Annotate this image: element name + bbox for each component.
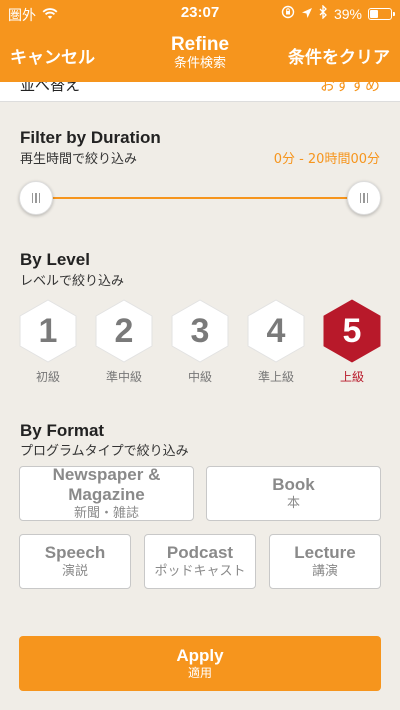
- level-number: 3: [190, 311, 210, 350]
- format-book-button[interactable]: Book 本: [206, 466, 381, 521]
- level-1-label: 初級: [35, 370, 60, 384]
- duration-range-value: 0分 - 20時間00分: [273, 152, 380, 167]
- duration-slider-min-handle[interactable]: [19, 181, 53, 215]
- format-section-title: By Format: [20, 421, 105, 440]
- format-label: Newspaper & Magazine: [52, 465, 161, 504]
- format-label: Speech: [44, 543, 106, 562]
- sort-row[interactable]: 並べ替え おすすめ: [0, 82, 400, 102]
- status-bar: 圏外 23:07 39%: [0, 0, 400, 26]
- grip-icon: [359, 193, 369, 203]
- format-sublabel: 新聞・雑誌: [73, 506, 139, 521]
- nav-bar: キャンセル Refine 条件検索 条件をクリア: [0, 26, 400, 82]
- level-section-subtitle: レベルで絞り込み: [20, 274, 125, 289]
- sort-value: おすすめ: [319, 82, 380, 94]
- level-3-label: 中級: [187, 370, 212, 384]
- apply-button[interactable]: Apply 適用: [19, 636, 381, 691]
- level-2-label: 準中級: [105, 370, 142, 384]
- battery-fill: [370, 9, 379, 18]
- battery-icon: [368, 7, 395, 20]
- format-label: Lecture: [294, 543, 356, 562]
- location-arrow-icon: [301, 6, 313, 22]
- duration-section-title: Filter by Duration: [20, 128, 161, 147]
- format-label: Podcast: [166, 543, 234, 562]
- format-sublabel: 本: [286, 496, 300, 511]
- clear-conditions-button[interactable]: 条件をクリア: [288, 43, 390, 68]
- format-label: Book: [272, 475, 315, 494]
- format-lecture-button[interactable]: Lecture 講演: [269, 534, 381, 589]
- sort-label: 並べ替え: [20, 82, 81, 94]
- format-podcast-button[interactable]: Podcast ポッドキャスト: [144, 534, 256, 589]
- format-sublabel: 講演: [311, 564, 338, 579]
- battery-percent: 39%: [333, 5, 362, 22]
- duration-section-subtitle: 再生時間で絞り込み: [20, 152, 138, 167]
- level-number: 4: [266, 311, 286, 350]
- level-3-button[interactable]: 3: [169, 298, 231, 364]
- format-sublabel: ポッドキャスト: [154, 564, 246, 579]
- level-5-button[interactable]: 5: [321, 298, 383, 364]
- level-section-title: By Level: [20, 250, 90, 269]
- level-4-label: 準上級: [257, 370, 294, 384]
- level-1-button[interactable]: 1: [17, 298, 79, 364]
- format-section-subtitle: プログラムタイプで絞り込み: [20, 444, 189, 459]
- format-speech-button[interactable]: Speech 演説: [19, 534, 131, 589]
- rotation-lock-icon: [281, 5, 295, 22]
- duration-slider-max-handle[interactable]: [347, 181, 381, 215]
- level-number: 1: [38, 311, 58, 350]
- format-newspaper-magazine-button[interactable]: Newspaper & Magazine 新聞・雑誌: [19, 465, 194, 521]
- bluetooth-icon: [319, 4, 328, 22]
- level-2-button[interactable]: 2: [93, 298, 155, 364]
- level-5-label: 上級: [339, 370, 364, 384]
- level-4-button[interactable]: 4: [245, 298, 307, 364]
- grip-icon: [31, 193, 41, 203]
- level-number: 5: [342, 311, 362, 350]
- apply-sublabel: 適用: [187, 666, 212, 680]
- format-sublabel: 演説: [61, 564, 88, 579]
- level-number: 2: [114, 311, 134, 350]
- duration-slider-track[interactable]: [36, 197, 364, 199]
- apply-label: Apply: [176, 646, 224, 665]
